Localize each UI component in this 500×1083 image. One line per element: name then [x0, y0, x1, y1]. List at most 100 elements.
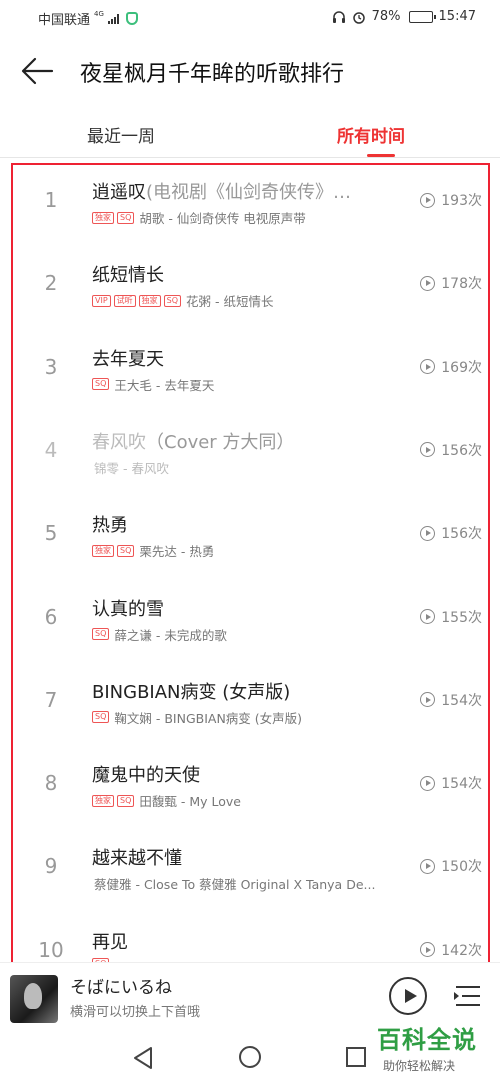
song-row[interactable]: 6 认真的雪 SQ 薛之谦 - 未完成的歌 155次	[0, 577, 500, 660]
song-title: 热勇	[92, 511, 397, 537]
play-count-value: 156次	[441, 442, 482, 459]
play-count: 142次	[420, 940, 482, 960]
song-meta: 蔡健雅 - Close To 蔡健雅 Original X Tanya De..…	[92, 874, 407, 893]
play-count: 193次	[420, 190, 482, 210]
nav-recents-icon[interactable]	[346, 1047, 366, 1067]
play-count-value: 156次	[441, 526, 482, 543]
song-row[interactable]: 7 BINGBIAN病变 (女声版) SQ 鞠文娴 - BINGBIAN病变 (女声版…	[0, 660, 500, 743]
artist-album: 蔡健雅 - Close To 蔡健雅 Original X Tanya De..…	[94, 877, 376, 893]
play-count-icon	[420, 192, 436, 208]
play-count-icon	[420, 442, 436, 458]
tab-bar: 最近一周 所有时间	[0, 106, 500, 158]
song-row[interactable]: 2 纸短情长 VIP 试听 独家 SQ 花粥 - 纸短情长 178次	[0, 243, 500, 326]
song-name: 魔鬼中的天使	[92, 765, 200, 787]
song-rank: 1	[44, 188, 58, 212]
play-count-value: 154次	[441, 692, 482, 709]
song-meta: 独家 SQ 胡歌 - 仙剑奇侠传 电视原声带	[92, 208, 407, 227]
song-meta: SQ 王大毛 - 去年夏天	[92, 375, 407, 394]
song-row[interactable]: 8 魔鬼中的天使独家 SQ 田馥甄 - My Love 154次	[0, 743, 500, 826]
song-row[interactable]: 1 逍遥叹(电视剧《仙剑奇侠传》… 独家 SQ 胡歌 - 仙剑奇侠传 电视原声带 193次	[0, 160, 500, 243]
song-name: 热勇	[92, 515, 128, 537]
artist-album: 鞠文娴 - BINGBIAN病变 (女声版)	[114, 710, 303, 726]
play-count: 154次	[420, 690, 482, 710]
play-count: 154次	[420, 773, 482, 793]
song-row[interactable]: 10再见SQ142次	[0, 910, 500, 962]
play-count-icon	[420, 609, 436, 624]
song-title: BINGBIAN病变 (女声版)	[92, 678, 397, 704]
song-title: 越来越不懂	[92, 844, 397, 870]
play-count: 155次	[420, 607, 482, 627]
song-title: 再见	[92, 928, 397, 954]
song-rank: 7	[44, 687, 58, 712]
play-count-value: 150次	[441, 859, 482, 876]
song-meta: SQ 鞠文娴 - BINGBIAN病变 (女声版)	[92, 708, 407, 727]
quality-badge: SQ	[92, 378, 110, 391]
song-name: 再见	[92, 931, 128, 953]
tab-all-time[interactable]: 所有时间	[337, 122, 405, 147]
song-meta: SQ 薛之谦 - 未完成的歌	[92, 625, 407, 644]
song-row[interactable]: 3 去年夏天 SQ 王大毛 - 去年夏天 169次	[0, 327, 500, 410]
play-count-value: 154次	[441, 776, 482, 793]
song-alias: (电视剧《仙剑奇侠传》…	[146, 182, 352, 203]
song-meta: 锦零 - 春风吹	[92, 458, 407, 477]
tab-recent-week[interactable]: 最近一周	[87, 122, 155, 147]
back-arrow-icon[interactable]	[20, 56, 54, 86]
song-rank: 10	[38, 937, 64, 962]
play-count-icon	[420, 692, 436, 708]
playlist-icon[interactable]	[452, 981, 484, 1011]
artist-album: 王大毛 - 去年夏天	[114, 377, 215, 393]
song-title: 逍遥叹(电视剧《仙剑奇侠传》…	[92, 178, 397, 204]
song-title: 认真的雪	[92, 595, 397, 621]
song-list: 1 逍遥叹(电视剧《仙剑奇侠传》… 独家 SQ 胡歌 - 仙剑奇侠传 电视原声带 193次…	[0, 160, 500, 962]
play-count-icon	[420, 775, 436, 791]
play-count-icon	[420, 275, 436, 291]
song-title: 春风吹（Cover 方大同）	[92, 428, 397, 454]
quality-badge: SQ	[117, 211, 135, 224]
song-rank: 4	[44, 437, 58, 462]
quality-badge: SQ	[92, 711, 110, 724]
artist-album: 花粥 - 纸短情长	[186, 294, 274, 310]
page-title: 夜星枫月千年眸的听歌排行	[80, 62, 345, 87]
play-count-icon	[420, 525, 436, 541]
quality-badge: SQ	[117, 544, 135, 557]
song-rank: 2	[44, 271, 58, 296]
play-count: 156次	[420, 523, 482, 543]
play-count-icon	[420, 359, 436, 375]
battery-icon	[408, 10, 436, 23]
song-name: BINGBIAN病变 (女声版)	[92, 681, 291, 703]
now-playing-title: そばにいるね	[70, 978, 172, 998]
song-title: 纸短情长	[92, 261, 397, 287]
song-name: 去年夏天	[92, 348, 164, 370]
headphones-icon	[332, 10, 345, 23]
quality-badge: VIP	[92, 294, 111, 307]
nav-back-icon[interactable]	[132, 1046, 154, 1070]
play-count: 150次	[420, 856, 482, 876]
song-title: 魔鬼中的天使	[92, 761, 397, 787]
play-button[interactable]	[389, 977, 427, 1015]
song-name: 认真的雪	[92, 598, 164, 620]
song-rank: 3	[44, 354, 58, 379]
play-count-value: 142次	[441, 942, 482, 959]
quality-badge: SQ	[163, 294, 182, 307]
song-name: 春风吹	[92, 431, 146, 453]
song-rank: 8	[44, 771, 58, 796]
album-cover[interactable]	[10, 975, 58, 1023]
song-rank: 9	[44, 854, 58, 879]
quality-badge: 独家	[138, 294, 161, 307]
play-count: 156次	[420, 440, 482, 460]
quality-badge: 独家	[92, 544, 114, 557]
artist-album: 栗先达 - 热勇	[139, 544, 215, 560]
header: 夜星枫月千年眸的听歌排行	[0, 36, 500, 106]
song-title: 去年夏天	[92, 345, 397, 371]
song-row[interactable]: 9 越来越不懂蔡健雅 - Close To 蔡健雅 Original X Tany…	[0, 826, 500, 909]
song-row[interactable]: 4 春风吹（Cover 方大同） 锦零 - 春风吹 156次	[0, 410, 500, 493]
quality-badge: 试听	[113, 294, 136, 307]
nav-home-icon[interactable]	[239, 1046, 261, 1068]
song-row[interactable]: 5 热勇 独家 SQ 栗先达 - 热勇 156次	[0, 493, 500, 576]
artist-album: 田馥甄 - My Love	[139, 794, 241, 810]
watermark-title: 百科全说	[377, 1026, 477, 1054]
song-alias: （Cover 方大同）	[146, 431, 295, 453]
play-count-value: 193次	[441, 193, 482, 209]
song-meta: 独家 SQ 田馥甄 - My Love	[92, 791, 407, 810]
play-count-value: 169次	[441, 359, 482, 376]
